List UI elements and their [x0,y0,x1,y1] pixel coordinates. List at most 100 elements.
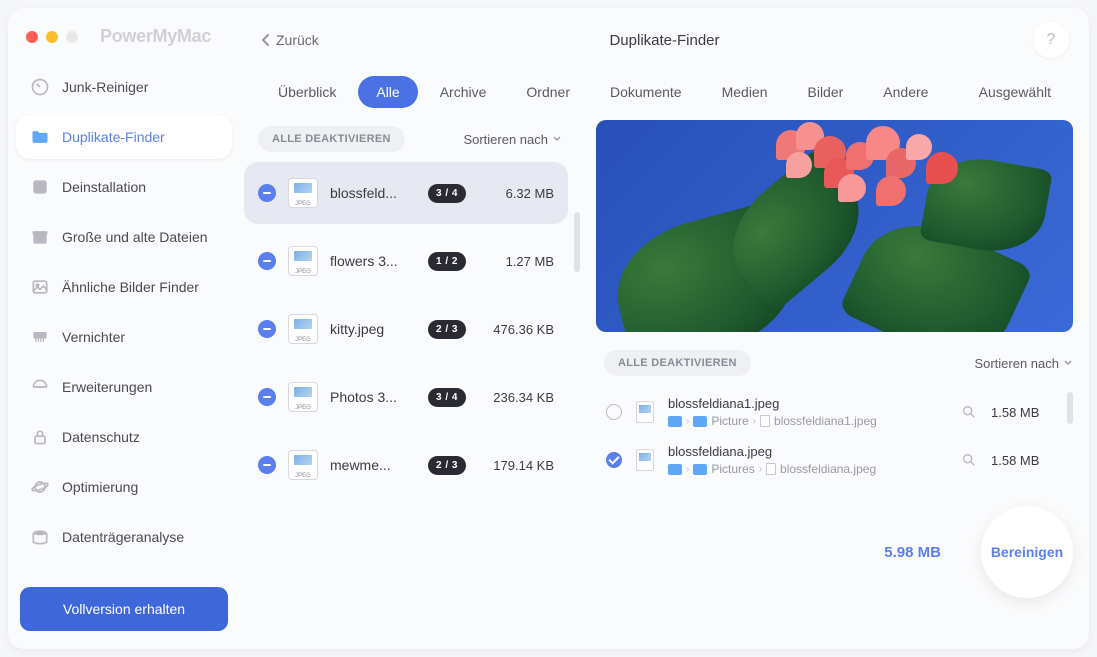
sidebar-item-label: Vernichter [62,329,125,345]
file-size: 179.14 KB [478,458,554,473]
archive-icon [30,227,50,247]
tab-folders[interactable]: Ordner [508,76,588,108]
jpeg-thumbnail-icon: JPEG [288,314,318,344]
file-icon [766,463,776,475]
deactivate-all-detail-button[interactable]: ALLE DEAKTIVIEREN [604,350,751,376]
folder-icon [693,464,707,475]
preview-image [596,120,1073,332]
sort-detail-button[interactable]: Sortieren nach [974,356,1073,371]
tab-all[interactable]: Alle [358,76,417,108]
scrollbar[interactable] [1067,392,1073,424]
path-segment: blossfeldiana1.jpeg [774,414,877,428]
sidebar-item-disk-analysis[interactable]: Datenträgeranalyse [16,515,232,559]
sidebar-item-duplicate-finder[interactable]: Duplikate-Finder [16,115,232,159]
file-group-row[interactable]: JPEG mewme... 2 / 3 179.14 KB [244,434,568,496]
select-checkbox[interactable] [606,452,622,468]
zoom-window-button[interactable] [66,31,78,43]
help-button[interactable]: ? [1033,22,1069,58]
apps-icon [30,177,50,197]
deselect-group-button[interactable] [258,320,276,338]
path-segment: Picture [711,414,748,428]
file-list: JPEG blossfeld... 3 / 4 6.32 MB JPEG flo… [240,162,568,633]
sidebar-item-extensions[interactable]: Erweiterungen [16,365,232,409]
tab-media[interactable]: Medien [704,76,786,108]
detail-panel-header: ALLE DEAKTIVIEREN Sortieren nach [596,332,1073,384]
file-group-row[interactable]: JPEG Photos 3... 3 / 4 236.34 KB [244,366,568,428]
file-size: 476.36 KB [478,322,554,337]
reveal-in-finder-icon[interactable] [961,404,977,420]
back-label: Zurück [276,32,319,48]
file-group-row[interactable]: JPEG flowers 3... 1 / 2 1.27 MB [244,230,568,292]
tab-documents[interactable]: Dokumente [592,76,700,108]
sidebar-item-label: Große und alte Dateien [62,229,208,245]
sidebar-item-label: Deinstallation [62,179,146,195]
selection-count-badge: 2 / 3 [428,320,466,339]
tab-archives[interactable]: Archive [422,76,505,108]
deselect-group-button[interactable] [258,252,276,270]
gauge-icon [30,77,50,97]
deselect-group-button[interactable] [258,184,276,202]
tab-selected[interactable]: Ausgewählt [961,76,1069,108]
reveal-in-finder-icon[interactable] [961,452,977,468]
select-checkbox[interactable] [606,404,622,420]
sort-button[interactable]: Sortieren nach [463,132,562,147]
file-name: blossfeld... [330,185,416,201]
sidebar-item-junk-cleaner[interactable]: Junk-Reiniger [16,65,232,109]
jpeg-thumbnail-icon: JPEG [288,178,318,208]
sidebar-item-label: Datenschutz [62,429,140,445]
minimize-window-button[interactable] [46,31,58,43]
selection-count-badge: 1 / 2 [428,252,466,271]
left-panel-header: ALLE DEAKTIVIEREN Sortieren nach [240,120,580,162]
tab-other[interactable]: Andere [865,76,946,108]
path-segment: blossfeldiana.jpeg [780,462,876,476]
back-button[interactable]: Zurück [260,32,319,48]
tab-images[interactable]: Bilder [790,76,862,108]
sidebar-item-privacy[interactable]: Datenschutz [16,415,232,459]
duplicate-file-row[interactable]: blossfeldiana1.jpeg › Picture › blossfel… [596,388,1061,436]
content-area: ALLE DEAKTIVIEREN Sortieren nach JPEG bl… [240,120,1089,649]
sidebar-item-shredder[interactable]: Vernichter [16,315,232,359]
file-size: 1.58 MB [991,453,1051,468]
file-size: 236.34 KB [478,390,554,405]
chevron-left-icon [260,33,270,47]
jpeg-thumbnail-icon: JPEG [288,450,318,480]
chevron-down-icon [1063,359,1073,367]
sidebar-item-label: Erweiterungen [62,379,152,395]
clean-button[interactable]: Bereinigen [981,506,1073,598]
sort-label: Sortieren nach [463,132,548,147]
detail-panel: ALLE DEAKTIVIEREN Sortieren nach blossfe… [596,120,1073,633]
total-selected-size: 5.98 MB [884,544,941,561]
sidebar-item-similar-images[interactable]: Ähnliche Bilder Finder [16,265,232,309]
scrollbar[interactable] [574,212,580,272]
file-name: flowers 3... [330,253,416,269]
main-content: Zurück Duplikate-Finder ? Überblick Alle… [240,8,1089,649]
sidebar-item-optimization[interactable]: Optimierung [16,465,232,509]
disk-icon [30,527,50,547]
file-group-row[interactable]: JPEG blossfeld... 3 / 4 6.32 MB [244,162,568,224]
deselect-group-button[interactable] [258,456,276,474]
file-info: blossfeldiana1.jpeg › Picture › blossfel… [668,396,947,428]
tab-overview[interactable]: Überblick [260,76,354,108]
app-window: PowerMyMac Junk-Reiniger Duplikate-Finde… [8,8,1089,649]
duplicate-file-row[interactable]: blossfeldiana.jpeg › Pictures › blossfel… [596,436,1061,484]
path-separator-icon: › [686,416,689,427]
close-window-button[interactable] [26,31,38,43]
chevron-down-icon [552,135,562,143]
duplicate-groups-panel: ALLE DEAKTIVIEREN Sortieren nach JPEG bl… [240,120,580,633]
file-info: blossfeldiana.jpeg › Pictures › blossfel… [668,444,947,476]
puzzle-icon [30,377,50,397]
sidebar-item-uninstaller[interactable]: Deinstallation [16,165,232,209]
folder-icon [668,464,682,475]
selection-count-badge: 3 / 4 [428,388,466,407]
deselect-group-button[interactable] [258,388,276,406]
folder-icon [693,416,707,427]
sidebar-item-large-old-files[interactable]: Große und alte Dateien [16,215,232,259]
file-name: blossfeldiana1.jpeg [668,396,947,411]
file-path: › Pictures › blossfeldiana.jpeg [668,462,947,476]
full-version-button[interactable]: Vollversion erhalten [20,587,228,631]
deactivate-all-button[interactable]: ALLE DEAKTIVIEREN [258,126,405,152]
window-controls: PowerMyMac [16,20,232,65]
sidebar-item-label: Datenträgeranalyse [62,529,184,545]
folder-icon [30,127,50,147]
file-group-row[interactable]: JPEG kitty.jpeg 2 / 3 476.36 KB [244,298,568,360]
